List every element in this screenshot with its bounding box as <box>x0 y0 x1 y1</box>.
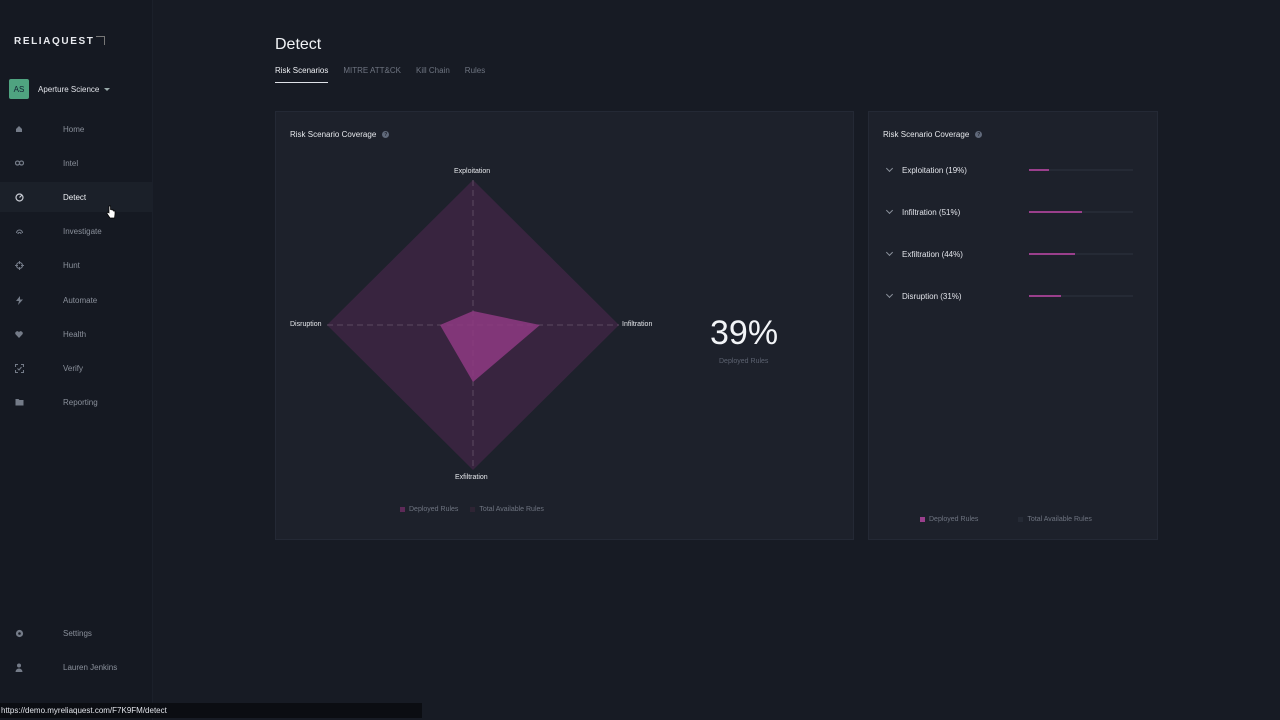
chevron-down-icon <box>885 164 894 173</box>
coverage-bar-fill <box>1029 253 1075 255</box>
sidebar-item-reporting[interactable]: Reporting <box>0 387 152 417</box>
radar-coverage-card: Risk Scenario Coverage ? Exploitation In… <box>275 111 854 540</box>
sidebar-item-detect[interactable]: Detect <box>0 182 152 212</box>
deployed-percent: 39% <box>710 314 779 352</box>
gear-icon <box>12 626 26 640</box>
legend-label: Total Available Rules <box>1027 516 1092 523</box>
legend-swatch-total <box>470 507 476 512</box>
user-icon <box>12 660 26 674</box>
sidebar-item-label: Home <box>63 124 85 134</box>
tab-kill-chain[interactable]: Kill Chain <box>416 66 450 83</box>
legend-total[interactable]: Total Available Rules <box>470 506 544 513</box>
chevron-down-icon <box>885 290 894 299</box>
sidebar-item-label: Reporting <box>63 397 98 407</box>
fingerprint-icon <box>12 224 26 238</box>
org-name: Aperture Science <box>38 84 100 94</box>
sidebar-item-label: Detect <box>63 192 87 202</box>
reliaquest-logo[interactable]: RELIAQUEST <box>14 36 106 47</box>
scan-icon <box>12 361 26 375</box>
coverage-list-card: Risk Scenario Coverage ? Exploitation (1… <box>868 111 1158 540</box>
coverage-bar-fill <box>1029 211 1083 213</box>
sidebar-item-user[interactable]: Lauren Jenkins <box>0 652 152 682</box>
radar-label-left: Disruption <box>290 321 322 328</box>
card-title-text: Risk Scenario Coverage <box>883 130 970 139</box>
radar-label-bottom: Exfiltration <box>455 474 488 481</box>
sidebar-item-label: Health <box>63 329 87 339</box>
chevron-down-icon <box>885 248 894 257</box>
sidebar-item-label: Lauren Jenkins <box>63 662 118 672</box>
coverage-row-infiltration[interactable]: Infiltration (51%) <box>885 205 1137 219</box>
heart-icon <box>12 327 26 341</box>
legend-label: Total Available Rules <box>479 506 544 513</box>
coverage-legend: Deployed Rules Total Available Rules <box>920 516 1104 523</box>
legend-swatch-deployed <box>400 507 405 512</box>
sidebar-item-label: Settings <box>63 628 92 638</box>
help-icon[interactable]: ? <box>975 131 983 138</box>
coverage-bar-track <box>1029 253 1133 255</box>
coverage-bar-track <box>1029 211 1133 213</box>
radar-label-right: Infiltration <box>622 321 653 328</box>
coverage-row-exploitation[interactable]: Exploitation (19%) <box>885 163 1137 177</box>
logo-text: RELIAQUEST <box>14 36 95 47</box>
tab-risk-scenarios[interactable]: Risk Scenarios <box>275 66 329 83</box>
radar-legend: Deployed Rules Total Available Rules <box>400 506 556 513</box>
coverage-bar-fill <box>1029 169 1049 171</box>
legend-total[interactable]: Total Available Rules <box>1018 516 1092 523</box>
hand-cursor-icon <box>106 205 116 219</box>
sidebar-item-home[interactable]: Home <box>0 114 152 144</box>
legend-deployed[interactable]: Deployed Rules <box>920 516 978 523</box>
folder-icon <box>12 395 26 409</box>
page-title: Detect <box>275 36 322 53</box>
sidebar-item-automate[interactable]: Automate <box>0 285 152 315</box>
bolt-icon <box>12 293 26 307</box>
sidebar-item-settings[interactable]: Settings <box>0 618 152 648</box>
org-switcher[interactable]: AS Aperture Science <box>9 79 111 99</box>
crosshair-icon <box>12 258 26 272</box>
legend-deployed[interactable]: Deployed Rules <box>400 506 458 513</box>
sidebar-item-label: Verify <box>63 363 84 373</box>
legend-swatch-deployed <box>920 517 925 522</box>
sidebar-item-intel[interactable]: Intel <box>0 148 152 178</box>
coverage-row-exfiltration[interactable]: Exfiltration (44%) <box>885 247 1137 261</box>
logo-mark-icon <box>96 36 106 45</box>
tab-mitre-attack[interactable]: MITRE ATT&CK <box>343 66 401 83</box>
coverage-bar-track <box>1029 169 1133 171</box>
coverage-bar-fill <box>1029 295 1062 297</box>
chevron-down-icon <box>104 87 111 91</box>
tab-bar: Risk Scenarios MITRE ATT&CK Kill Chain R… <box>275 66 500 83</box>
sidebar-item-label: Automate <box>63 295 98 305</box>
coverage-row-label: Infiltration (51%) <box>902 207 961 217</box>
sidebar-item-verify[interactable]: Verify <box>0 353 152 383</box>
sidebar-item-hunt[interactable]: Hunt <box>0 250 152 280</box>
tab-rules[interactable]: Rules <box>465 66 485 83</box>
home-icon <box>12 122 26 136</box>
legend-label: Deployed Rules <box>929 516 979 523</box>
org-avatar: AS <box>9 79 29 99</box>
sidebar-item-health[interactable]: Health <box>0 319 152 349</box>
sidebar-item-label: Hunt <box>63 260 80 270</box>
legend-label: Deployed Rules <box>409 506 459 513</box>
browser-status-url: https://demo.myreliaquest.com/F7K9FM/det… <box>0 703 422 718</box>
coverage-row-label: Disruption (31%) <box>902 291 962 301</box>
sidebar-item-label: Investigate <box>63 226 102 236</box>
coverage-row-label: Exploitation (19%) <box>902 165 967 175</box>
chevron-down-icon <box>885 206 894 215</box>
intel-icon <box>12 156 26 170</box>
sidebar-item-label: Intel <box>63 158 79 168</box>
coverage-bar-track <box>1029 295 1133 297</box>
sidebar-item-investigate[interactable]: Investigate <box>0 216 152 246</box>
coverage-row-disruption[interactable]: Disruption (31%) <box>885 289 1137 303</box>
sidebar: RELIAQUEST AS Aperture Science Home Inte… <box>0 0 153 720</box>
deployed-percent-label: Deployed Rules <box>719 358 769 365</box>
legend-swatch-total <box>1018 517 1024 522</box>
detect-icon <box>12 190 26 204</box>
radar-label-top: Exploitation <box>454 168 491 175</box>
card-title: Risk Scenario Coverage ? <box>883 130 983 139</box>
coverage-row-label: Exfiltration (44%) <box>902 249 963 259</box>
